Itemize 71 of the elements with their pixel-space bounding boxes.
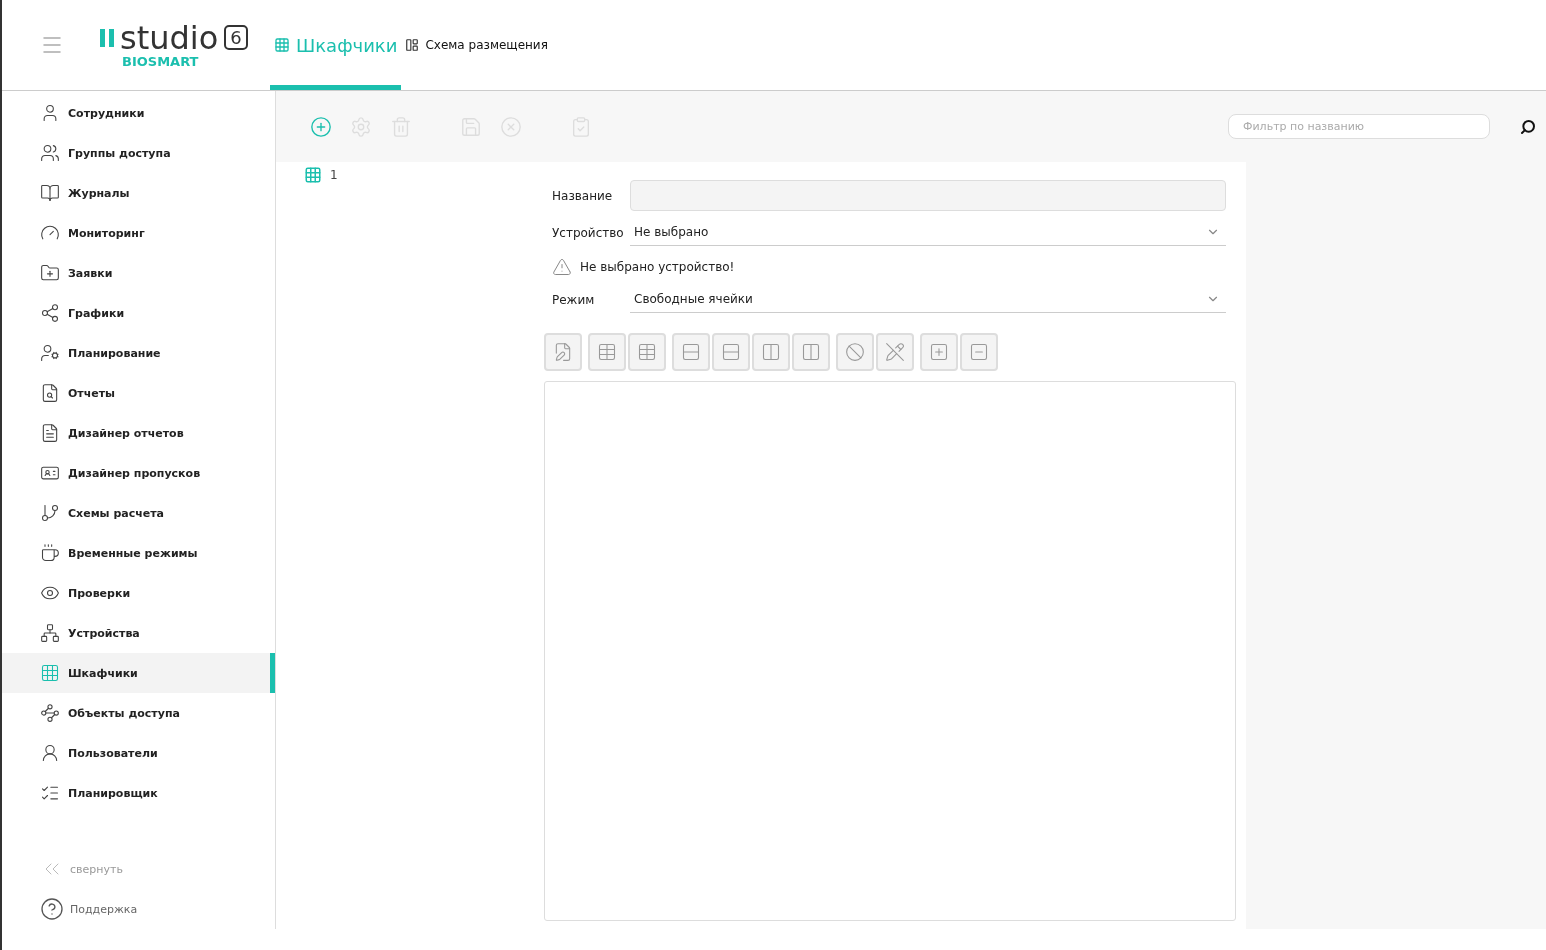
minus-square-icon [969, 342, 989, 362]
grid-icon [274, 37, 290, 53]
field-label: Название [552, 188, 614, 203]
sidebar-item[interactable]: Группы доступа [2, 133, 275, 173]
document-icon [40, 423, 60, 443]
share-nodes-icon [40, 303, 60, 323]
trash-icon [390, 115, 412, 138]
plus-square-icon [929, 342, 949, 362]
save-icon [460, 115, 482, 138]
sidebar-item[interactable]: Пользователи [2, 733, 275, 773]
table-icon [637, 342, 657, 362]
table-icon [597, 342, 617, 362]
rows-icon [721, 342, 741, 362]
close-circle-icon [500, 115, 522, 138]
layout-icon [405, 38, 420, 52]
grid-icon [304, 166, 322, 184]
tab[interactable]: Схема размещения [401, 0, 552, 90]
toolbar-button[interactable] [310, 115, 332, 138]
filter-field[interactable]: Фильтр по названию [1228, 114, 1490, 139]
person-icon [40, 743, 60, 763]
sidebar-item[interactable]: Планирование [2, 333, 275, 373]
logo-text: studio [120, 21, 219, 54]
name-field[interactable] [630, 180, 1226, 211]
logo-mark-icon [100, 28, 114, 47]
sidebar-item[interactable]: Отчеты [2, 373, 275, 413]
sidebar-item[interactable]: Графики [2, 293, 275, 333]
sidebar-item[interactable]: Проверки [2, 573, 275, 613]
search-button[interactable] [1520, 118, 1536, 135]
sidebar-item[interactable]: Заявки [2, 253, 275, 293]
search-icon [1520, 118, 1536, 135]
field-label: Устройство [552, 225, 625, 240]
sidebar-item[interactable]: Мониторинг [2, 213, 275, 253]
grid-icon [40, 663, 60, 683]
document-edit-icon [553, 342, 573, 362]
device-select[interactable]: Не выбрано [630, 219, 1226, 246]
mode-select[interactable]: Свободные ячейки [630, 286, 1226, 313]
network-icon [40, 623, 60, 643]
warning-message: Не выбрано устройство! [580, 260, 735, 274]
sidebar-item[interactable]: Планировщик [2, 773, 275, 813]
add-icon [310, 115, 332, 138]
ban-icon [845, 342, 865, 362]
columns-icon [801, 342, 821, 362]
settings-icon [350, 115, 372, 138]
nodes-icon [40, 703, 60, 723]
sidebar-item[interactable]: Схемы расчета [2, 493, 275, 533]
sidebar-item[interactable]: Шкафчики [2, 653, 275, 693]
support-link[interactable]: Поддержка [2, 889, 275, 929]
logo-version: 6 [224, 25, 248, 50]
sidebar-item[interactable]: Устройства [2, 613, 275, 653]
pencil-off-icon [885, 342, 905, 362]
book-icon [40, 183, 60, 203]
folder-plus-icon [40, 263, 60, 283]
rows-icon [681, 342, 701, 362]
help-icon [40, 897, 64, 921]
person-gear-icon [40, 343, 60, 363]
sidebar-item[interactable]: Дизайнер отчетов [2, 413, 275, 453]
sidebar-item[interactable]: Дизайнер пропусков [2, 453, 275, 493]
warning-icon [552, 257, 572, 277]
sidebar-item[interactable]: Журналы [2, 173, 275, 213]
branch-icon [40, 503, 60, 523]
tree-item[interactable]: 1 [304, 166, 338, 184]
cup-icon [40, 543, 60, 563]
logo-brand: BIOSMART [122, 53, 199, 69]
document-search-icon [40, 383, 60, 403]
columns-icon [761, 342, 781, 362]
sidebar-item[interactable]: Сотрудники [2, 93, 275, 133]
sidebar-item[interactable]: Временные режимы [2, 533, 275, 573]
sidebar-item[interactable]: Объекты доступа [2, 693, 275, 733]
clipboard-icon [570, 115, 592, 138]
field-label: Режим [552, 292, 596, 307]
people-icon [40, 143, 60, 163]
